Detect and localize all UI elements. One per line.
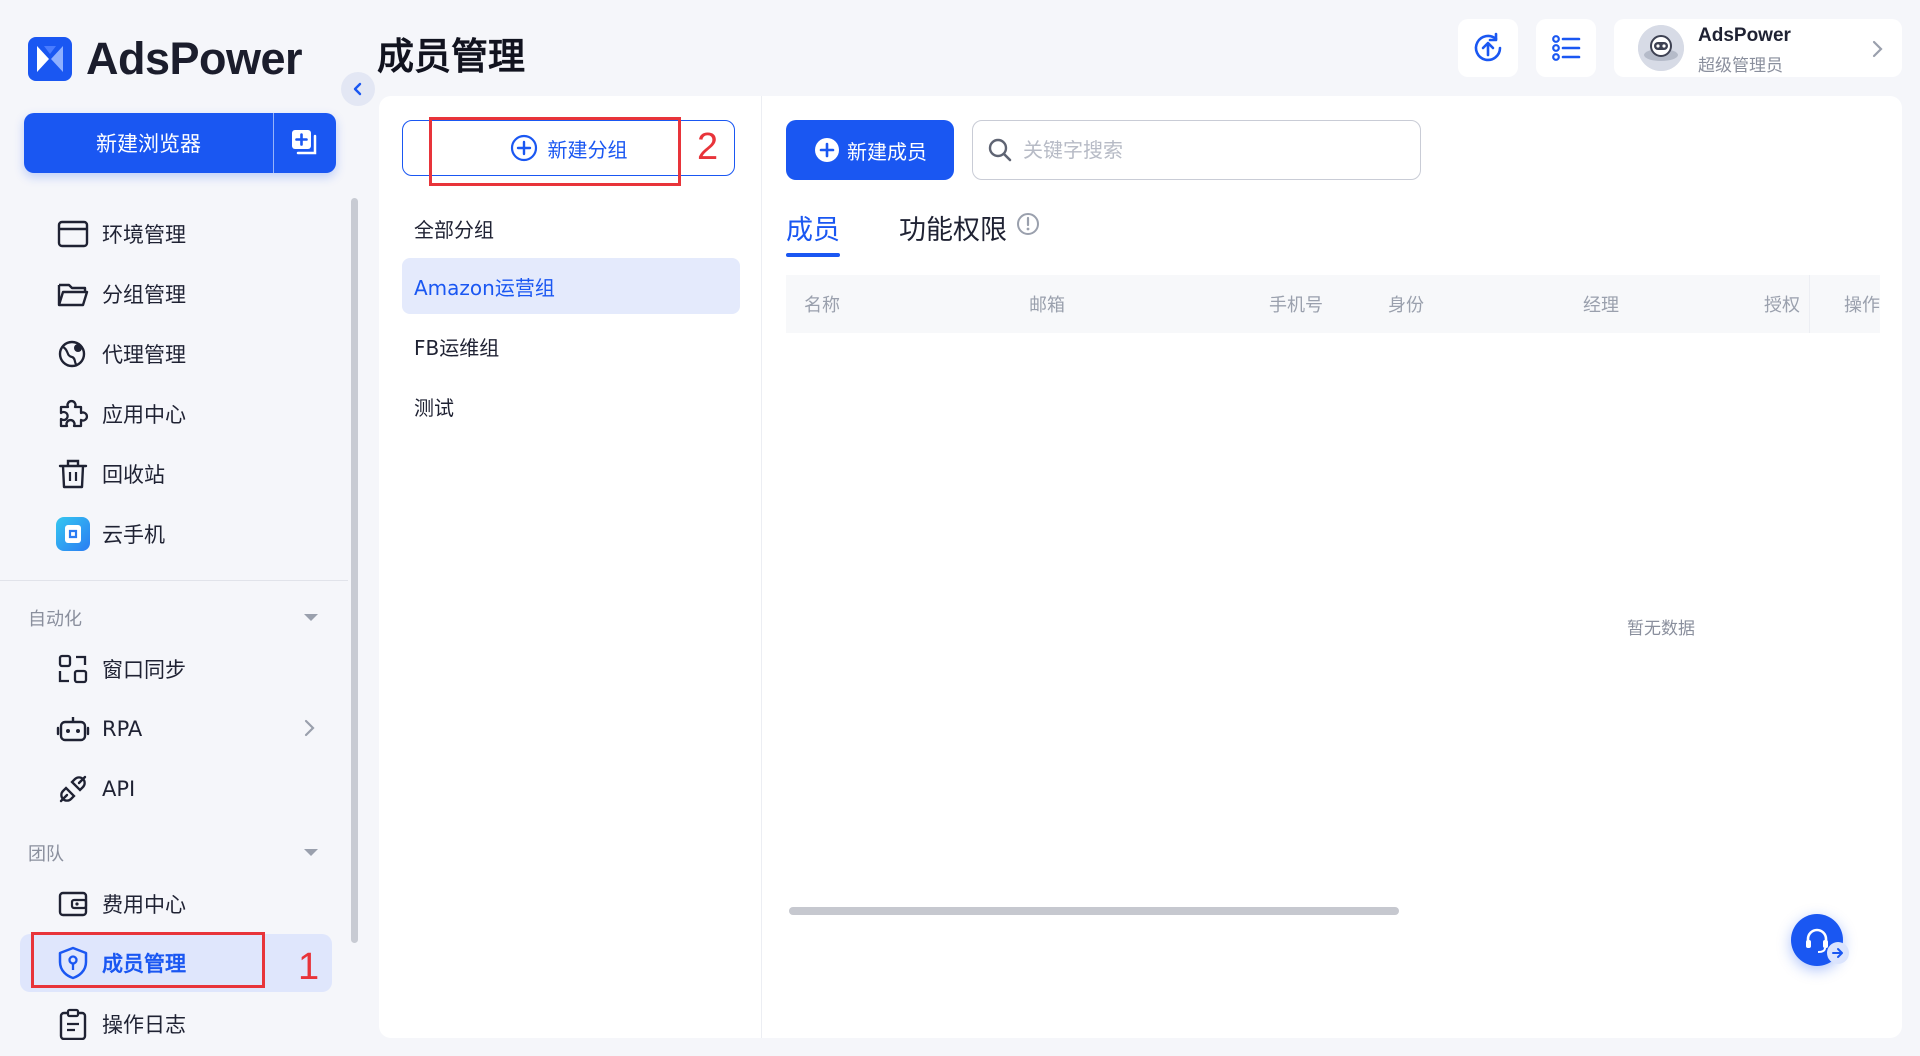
robot-icon [56,712,90,746]
page-title: 成员管理 [377,35,525,78]
group-item-label: FB运维组 [414,335,500,360]
new-browser-button[interactable]: 新建浏览器 [24,113,273,173]
search-input[interactable] [1021,137,1405,163]
sidebar-item-label: API [102,777,136,801]
sidebar-item-label: 费用中心 [102,893,186,917]
search-icon [988,138,1012,162]
wallet-icon [56,887,90,921]
new-browser-label: 新建浏览器 [96,132,201,156]
adspower-logo-icon [28,37,72,81]
sidebar-item-proxy[interactable]: 代理管理 [56,334,186,374]
tab-active-indicator [786,253,840,257]
tab-permissions[interactable]: 功能权限 [899,208,1007,247]
new-member-label: 新建成员 [847,139,927,164]
clipboard-icon [56,1007,90,1041]
sidebar-divider [0,580,348,581]
group-item-amazon[interactable]: Amazon运营组 [402,258,740,314]
caret-down-icon[interactable] [304,849,318,856]
column-header-actions[interactable]: 操作 [1844,291,1880,317]
column-header-authorization[interactable]: 授权 [1764,291,1800,317]
info-icon[interactable] [1016,212,1040,236]
trash-icon [56,457,90,491]
user-menu[interactable]: AdsPower 超级管理员 [1614,19,1902,77]
globe-pin-icon [56,337,90,371]
sidebar-item-rpa[interactable]: RPA [56,709,142,749]
table-horizontal-scrollbar[interactable] [789,907,1399,915]
sidebar-item-groups[interactable]: 分组管理 [56,274,186,314]
sidebar-item-label: 云手机 [102,523,165,547]
user-name: AdsPower [1698,25,1791,46]
annotation-highlight-2 [429,117,681,186]
empty-state-text: 暂无数据 [1627,619,1695,639]
plug-icon [56,772,90,806]
sync-button[interactable] [1458,19,1518,77]
sidebar-item-label: 应用中心 [102,403,186,427]
logo[interactable]: AdsPower [28,33,303,85]
sidebar-scrollbar[interactable] [351,198,358,943]
sidebar-item-window-sync[interactable]: 窗口同步 [56,649,186,689]
annotation-number-1: 1 [298,946,320,988]
list-icon [1552,35,1581,61]
section-label-team: 团队 [28,844,64,865]
cloud-phone-icon [56,517,90,551]
sidebar-item-operation-log[interactable]: 操作日志 [56,1004,186,1044]
section-label-automation: 自动化 [28,609,82,630]
search-box [972,120,1421,180]
astronaut-avatar-icon [1638,25,1684,71]
collapse-sidebar-button[interactable] [341,72,375,106]
group-item-label: Amazon运营组 [414,275,555,300]
tab-members[interactable]: 成员 [786,208,840,247]
sidebar-item-label: RPA [102,717,143,741]
group-item-fb[interactable]: FB运维组 [402,318,740,374]
sidebar-item-environment[interactable]: 环境管理 [56,214,186,254]
annotation-highlight-1 [31,932,265,988]
add-copy-icon [292,130,317,155]
sticky-operation-column: 操作 [1809,275,1880,333]
sidebar-item-label: 回收站 [102,463,165,487]
user-role: 超级管理员 [1698,56,1783,76]
chevron-left-icon [353,82,362,96]
column-header-name[interactable]: 名称 [804,291,840,317]
column-header-phone[interactable]: 手机号 [1269,291,1323,317]
new-browser-button-group: 新建浏览器 [24,113,336,173]
task-list-button[interactable] [1536,19,1596,77]
group-item-all[interactable]: 全部分组 [402,200,740,256]
column-divider [761,96,762,1038]
caret-down-icon[interactable] [304,614,318,621]
column-header-role[interactable]: 身份 [1388,291,1424,317]
sidebar-item-label: 操作日志 [102,1013,186,1037]
batch-add-button[interactable] [274,113,336,173]
avatar [1638,25,1684,71]
sidebar-item-label: 窗口同步 [102,658,186,682]
annotation-number-2: 2 [697,126,719,168]
sidebar-item-recycle-bin[interactable]: 回收站 [56,454,165,494]
members-table-header: 名称 邮箱 手机号 身份 经理 授权 操作 [786,275,1880,333]
window-sync-icon [56,652,90,686]
arrow-right-icon [1827,942,1849,964]
sidebar-item-label: 代理管理 [102,343,186,367]
logo-text: AdsPower [86,33,303,84]
main-panel: 新建分组 全部分组 Amazon运营组 FB运维组 测试 新建成员 成员 功能权… [379,96,1902,1038]
group-item-label: 测试 [414,395,454,420]
sidebar-item-label: 分组管理 [102,283,186,307]
group-item-label: 全部分组 [414,217,494,242]
group-item-test[interactable]: 测试 [402,378,740,434]
sidebar-item-billing[interactable]: 费用中心 [56,884,186,924]
sidebar: AdsPower 新建浏览器 环境管理 分组管理 代理管理 应用中心 回收站 云… [0,0,360,1056]
sidebar-item-app-center[interactable]: 应用中心 [56,394,186,434]
new-member-button[interactable]: 新建成员 [786,120,954,180]
sidebar-item-api[interactable]: API [56,769,135,809]
sidebar-item-label: 环境管理 [102,223,186,247]
column-header-email[interactable]: 邮箱 [1029,291,1065,317]
chevron-right-icon [1872,40,1883,58]
cloud-upload-sync-icon [1474,32,1502,62]
browser-window-icon [56,217,90,251]
column-header-manager[interactable]: 经理 [1583,291,1619,317]
sidebar-item-cloud-phone[interactable]: 云手机 [56,514,165,554]
plus-circle-icon [813,136,841,164]
folder-icon [56,277,90,311]
customer-support-button[interactable] [1791,914,1849,966]
chevron-right-icon[interactable] [302,718,316,738]
puzzle-icon [56,397,90,431]
